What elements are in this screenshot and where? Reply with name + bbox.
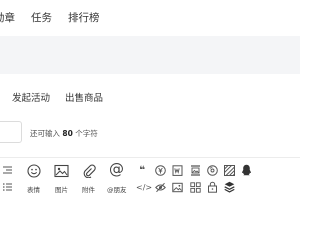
nav-item-leaderboard[interactable]: 排行榜 — [68, 10, 100, 25]
char-hint-suffix: 个字符 — [75, 129, 98, 138]
layers-icon[interactable] — [224, 181, 235, 193]
align-icon[interactable] — [3, 166, 12, 174]
background-pattern-icon[interactable] — [224, 165, 235, 176]
money-icon[interactable] — [155, 165, 166, 176]
list-icon[interactable] — [3, 183, 12, 191]
tab-sell-goods[interactable]: 出售商品 — [65, 90, 103, 104]
music-disc-icon[interactable] — [207, 165, 218, 176]
header-band — [0, 36, 300, 74]
char-remaining-count: 80 — [62, 129, 73, 138]
qq-penguin-icon[interactable] — [241, 164, 252, 176]
top-nav: 勋章 任务 排行榜 — [0, 0, 300, 36]
title-input[interactable] — [0, 121, 22, 143]
quote-icon[interactable]: ❝ — [136, 166, 148, 176]
emoji-label: 表情 — [27, 186, 40, 194]
tab-start-activity[interactable]: 发起活动 — [12, 90, 50, 104]
hide-content-icon[interactable] — [155, 182, 166, 193]
nav-item-medals[interactable]: 勋章 — [0, 10, 15, 25]
nav-item-tasks[interactable]: 任务 — [31, 10, 52, 25]
mention-icon[interactable]: @ — [109, 162, 124, 177]
editor-content-area[interactable] — [0, 200, 300, 250]
word-doc-icon[interactable] — [172, 165, 183, 176]
post-type-tabs: 发起活动 出售商品 — [0, 86, 300, 108]
mention-label: @朋友 — [107, 186, 127, 194]
attachment-icon[interactable] — [82, 164, 96, 178]
gallery-icon[interactable] — [190, 165, 201, 176]
char-hint-prefix: 还可输入 — [30, 129, 60, 138]
image-label: 图片 — [55, 186, 68, 194]
code-icon[interactable]: </> — [136, 183, 152, 193]
lock-icon[interactable] — [207, 181, 218, 193]
grid-icon[interactable] — [190, 182, 201, 193]
char-count-hint: 还可输入 80 个字符 — [30, 128, 98, 139]
image-icon[interactable] — [54, 164, 69, 178]
attachment-label: 附件 — [82, 186, 95, 194]
photo-icon[interactable] — [172, 182, 183, 193]
emoji-icon[interactable] — [27, 164, 41, 178]
editor-toolbar: 表情 图片 附件 @ @朋友 ❝ </> — [0, 157, 300, 201]
post-editor-page: 勋章 任务 排行榜 发起活动 出售商品 还可输入 80 个字符 表情 图片 — [0, 0, 300, 250]
